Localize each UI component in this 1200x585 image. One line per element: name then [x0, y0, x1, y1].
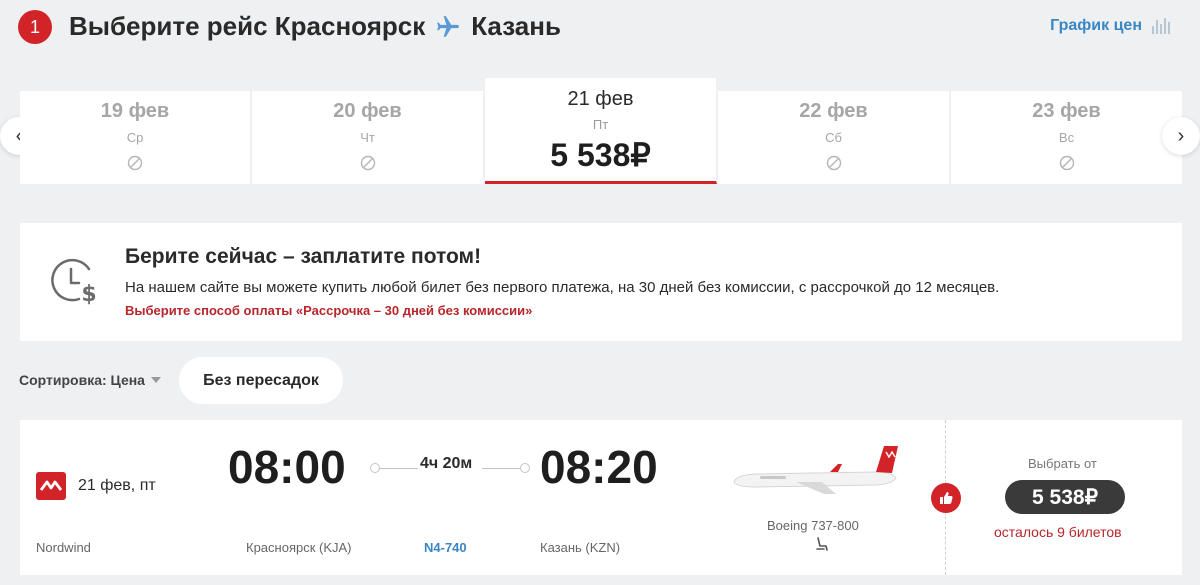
date-label: 23 фев [1032, 100, 1101, 122]
departure-airport: Красноярск (KJA) [246, 540, 352, 555]
unavailable-icon [360, 155, 375, 171]
seat-icon [816, 537, 828, 551]
caret-down-icon [150, 377, 161, 383]
date-label: 22 фев [799, 100, 868, 122]
aircraft-image [733, 446, 898, 494]
price-chart-link[interactable]: График цен [1050, 17, 1170, 35]
departure-time: 08:00 [228, 441, 346, 493]
svg-text:$: $ [81, 282, 96, 307]
airline-name: Nordwind [36, 540, 91, 555]
step-badge: 1 [18, 10, 52, 44]
sort-dropdown[interactable]: Сортировка: Цена [19, 372, 161, 388]
weekday-label: Ср [126, 130, 144, 145]
promo-link[interactable]: Выберите способ оплаты «Рассрочка – 30 д… [125, 303, 532, 318]
installment-promo: $ Берите сейчас – заплатите потом! На на… [20, 223, 1182, 341]
sort-label: Сортировка: Цена [19, 372, 145, 388]
select-price-button[interactable]: 5 538₽ [1005, 480, 1125, 514]
bar-chart-icon [1152, 18, 1170, 34]
arrival-time: 08:20 [540, 441, 658, 493]
date-card-21-selected[interactable]: 21 фев Пт 5 538₽ [485, 78, 717, 184]
flight-number-link[interactable]: N4-740 [424, 540, 467, 555]
price-chart-label: График цен [1050, 17, 1142, 34]
weekday-label: Вс [1058, 130, 1075, 145]
weekday-label: Чт [360, 130, 375, 145]
clock-dollar-icon: $ [51, 258, 97, 307]
unavailable-icon [826, 155, 841, 171]
date-card-22[interactable]: 22 фев Сб [718, 91, 950, 184]
unavailable-icon [127, 155, 143, 171]
flight-duration: 4ч 20м [418, 455, 475, 473]
plane-icon [435, 14, 461, 40]
weekday-label: Пт [592, 117, 609, 132]
promo-title: Берите сейчас – заплатите потом! [125, 245, 482, 268]
page-title: Выберите рейс Красноярск Казань [69, 11, 561, 42]
flight-date: 21 фев, пт [78, 477, 156, 494]
date-price: 5 538₽ [550, 137, 651, 173]
unavailable-icon [1059, 155, 1074, 171]
date-label: 20 фев [333, 100, 402, 122]
date-label: 19 фев [100, 100, 170, 122]
select-from-label: Выбрать от [1028, 456, 1097, 471]
nonstop-filter-chip[interactable]: Без пересадок [179, 357, 343, 404]
weekday-label: Сб [825, 130, 842, 145]
seats-left: осталось 9 билетов [994, 524, 1122, 540]
thumbs-up-icon [940, 492, 953, 504]
date-card-23[interactable]: 23 фев Вс [951, 91, 1182, 184]
title-origin: Выберите рейс Красноярск [69, 11, 426, 41]
promo-text: На нашем сайте вы можете купить любой би… [125, 279, 1000, 296]
title-destination: Казань [471, 11, 561, 41]
nordwind-logo-icon [36, 472, 66, 500]
date-card-19[interactable]: 19 фев Ср [20, 91, 251, 184]
date-label: 21 фев [567, 88, 634, 110]
next-dates-button[interactable]: › [1162, 117, 1200, 155]
arrival-airport: Казань (KZN) [540, 540, 621, 555]
recommended-badge [931, 483, 961, 513]
date-strip: 19 фев Ср 20 фев Чт 21 фев Пт 5 538₽ 22 … [20, 78, 1182, 184]
date-card-20[interactable]: 20 фев Чт [252, 91, 484, 184]
aircraft-type: Boeing 737-800 [767, 518, 859, 533]
chevron-right-icon: › [1177, 124, 1185, 147]
flight-card[interactable]: 21 фев, пт 08:00 4ч 20м 08:20 Nordwind К… [20, 420, 1182, 575]
